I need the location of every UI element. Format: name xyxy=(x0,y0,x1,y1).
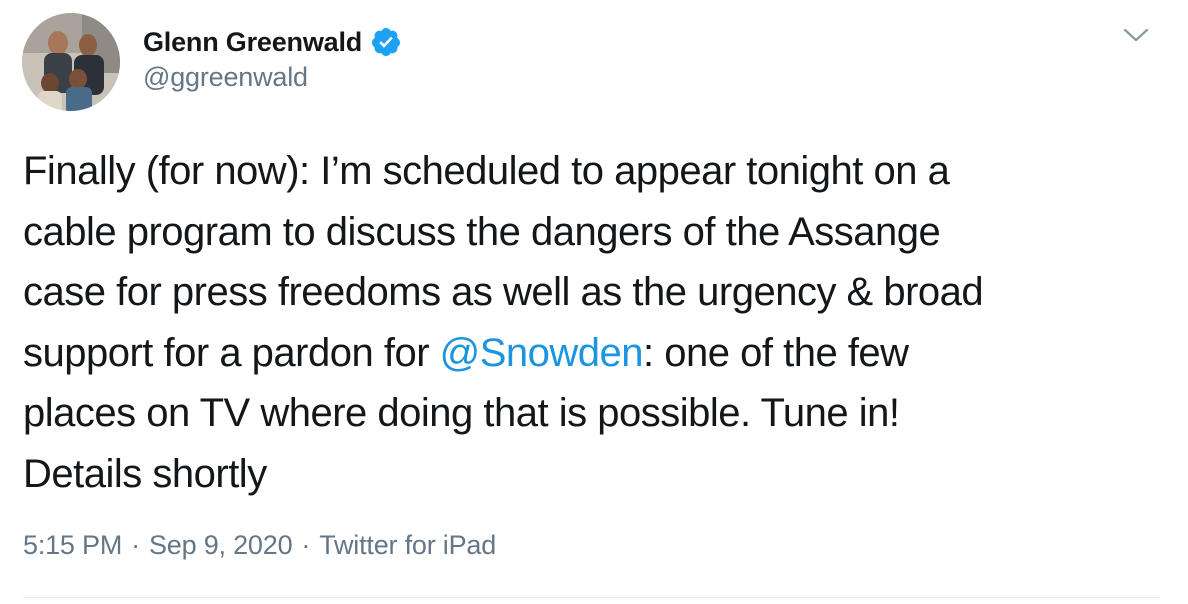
tweet-line-text: places on TV where doing that is possibl… xyxy=(23,391,900,435)
tweet-line: Finally (for now): I’m scheduled to appe… xyxy=(23,141,1163,202)
chevron-down-icon[interactable] xyxy=(1122,24,1150,46)
author-name-row: Glenn Greenwald xyxy=(143,22,402,62)
avatar-photo xyxy=(22,13,120,111)
tweet-meta: 5:15 PM · Sep 9, 2020 · Twitter for iPad xyxy=(23,530,496,561)
tweet-line-text: case for press freedoms as well as the u… xyxy=(23,270,984,314)
tweet-source[interactable]: Twitter for iPad xyxy=(319,530,496,561)
tweet-line-text: Details shortly xyxy=(23,451,267,496)
tweet-date[interactable]: Sep 9, 2020 xyxy=(149,530,293,561)
tweet-time[interactable]: 5:15 PM xyxy=(23,530,122,561)
divider xyxy=(23,597,1160,598)
avatar[interactable] xyxy=(22,13,120,111)
meta-separator: · xyxy=(131,530,140,560)
tweet-line: support for a pardon for @Snowden: one o… xyxy=(23,323,1163,384)
meta-separator: · xyxy=(301,530,311,560)
display-name[interactable]: Glenn Greenwald xyxy=(143,27,362,58)
tweet-text: Finally (for now): I’m scheduled to appe… xyxy=(23,141,1163,504)
author-handle[interactable]: @ggreenwald xyxy=(143,62,308,93)
tweet-line-text: cable program to discuss the dangers of … xyxy=(23,209,941,254)
tweet-line: case for press freedoms as well as the u… xyxy=(23,262,1163,323)
tweet-line-text: Finally (for now): I’m scheduled to appe… xyxy=(23,149,950,193)
tweet-line: places on TV where doing that is possibl… xyxy=(23,383,1163,444)
tweet-line: Details shortly xyxy=(23,444,1163,505)
verified-badge-icon xyxy=(370,26,402,58)
tweet-card: Glenn Greenwald @ggreenwald Finally (for… xyxy=(0,0,1188,604)
mention-link[interactable]: @Snowden xyxy=(440,331,644,375)
tweet-line: cable program to discuss the dangers of … xyxy=(23,202,1163,263)
tweet-line-text: : one of the few xyxy=(643,330,909,375)
tweet-line-text: support for a pardon for xyxy=(23,330,440,375)
